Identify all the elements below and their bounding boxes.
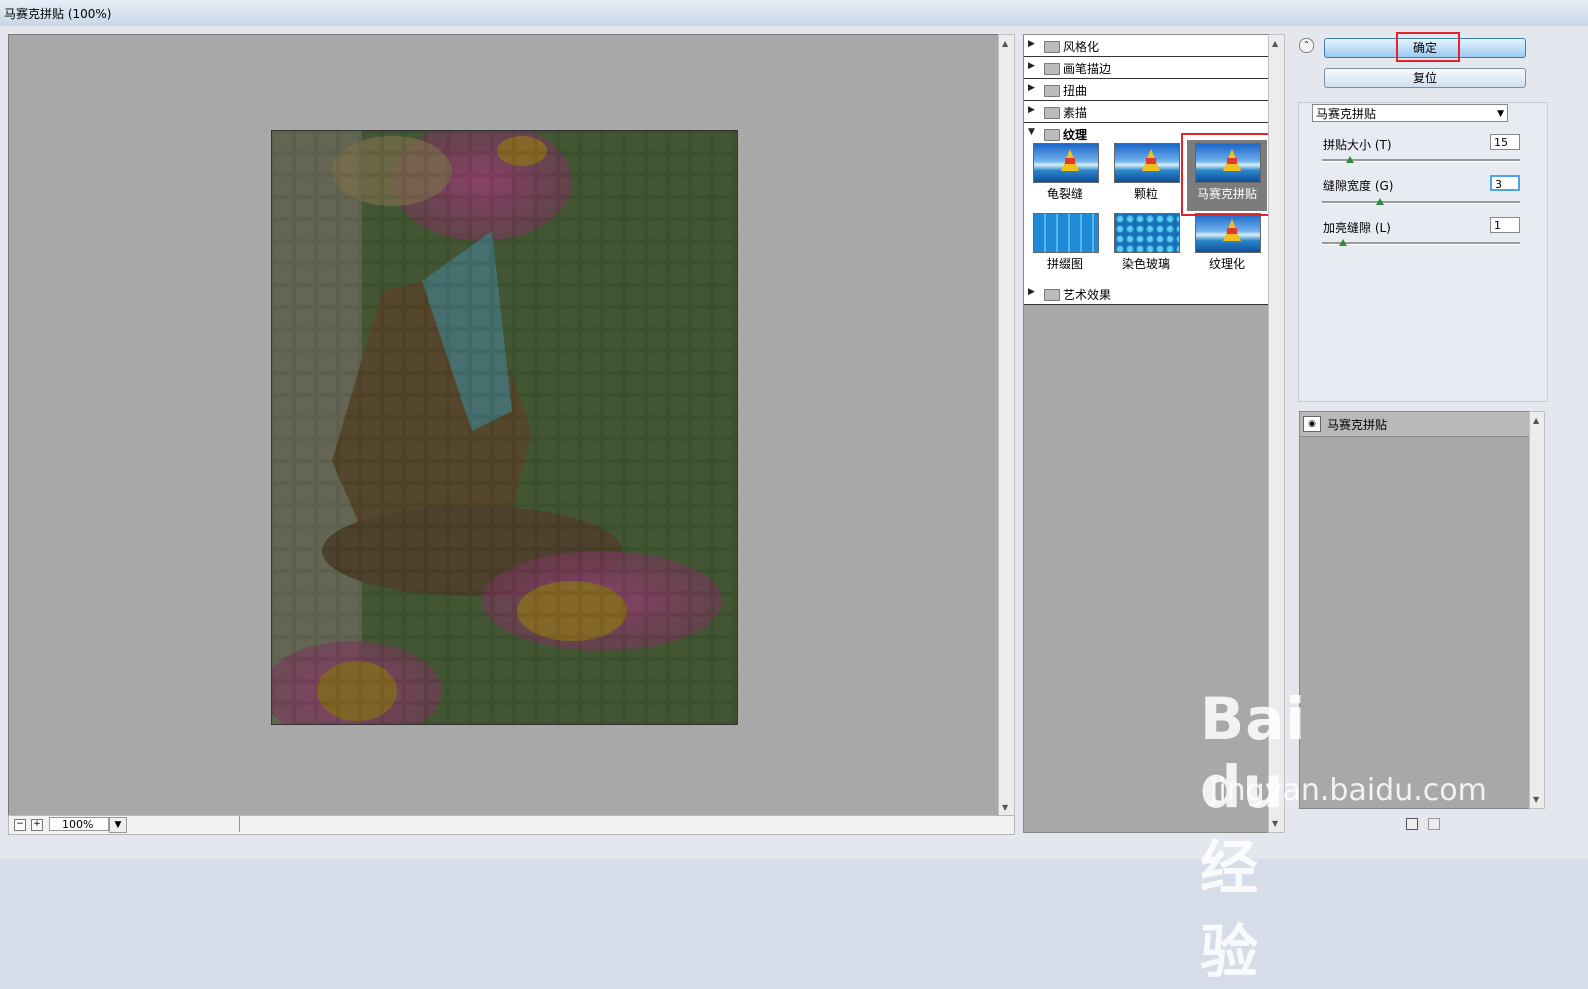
eye-visibility-icon[interactable]: ◉ [1303, 416, 1321, 432]
window-titlebar: 马赛克拼贴 (100%) [0, 0, 1588, 27]
reset-button[interactable]: 复位 [1324, 68, 1526, 88]
chevron-down-icon: ▼ [1497, 109, 1504, 119]
filter-label-craquelure[interactable]: 龟裂缝 [1025, 185, 1105, 202]
expand-arrow-icon[interactable]: ▶ [1028, 61, 1035, 71]
folder-open-icon [1044, 129, 1060, 141]
delete-effect-layer-icon[interactable] [1428, 818, 1440, 830]
filter-thumb-texturizer[interactable] [1195, 213, 1261, 253]
filter-thumb-grain[interactable] [1114, 143, 1180, 183]
scroll-down-icon[interactable]: ▼ [1002, 803, 1008, 812]
tile-size-slider-handle[interactable] [1346, 156, 1354, 163]
expand-arrow-icon[interactable]: ▶ [1028, 39, 1035, 49]
scroll-up-icon[interactable]: ▲ [1002, 39, 1008, 48]
annotation-highlight-box [1396, 32, 1460, 62]
scroll-up-icon[interactable]: ▲ [1272, 39, 1278, 48]
zoom-in-button[interactable]: + [31, 819, 43, 831]
folder-icon [1044, 63, 1060, 75]
lighten-grout-slider[interactable] [1322, 242, 1520, 245]
category-artistic[interactable]: ▶ 艺术效果 [1024, 283, 1269, 305]
preview-image [271, 130, 738, 725]
grout-width-input[interactable]: 3 [1490, 175, 1520, 191]
filter-label-patchwork[interactable]: 拼缀图 [1025, 255, 1105, 272]
lighten-grout-input[interactable]: 1 [1490, 217, 1520, 233]
folder-icon [1044, 85, 1060, 97]
zoom-level-field[interactable]: 100% [49, 817, 109, 831]
category-brush-strokes[interactable]: ▶ 画笔描边 [1024, 57, 1269, 79]
filter-label-stained-glass[interactable]: 染色玻璃 [1106, 255, 1186, 272]
grout-width-label: 缝隙宽度 (G) [1323, 179, 1394, 193]
filter-label-texturizer[interactable]: 纹理化 [1187, 255, 1267, 272]
lighten-grout-slider-handle[interactable] [1339, 239, 1347, 246]
folder-icon [1044, 107, 1060, 119]
effect-layers-panel: ◉ 马赛克拼贴 [1299, 411, 1531, 809]
grout-width-slider-handle[interactable] [1376, 198, 1384, 205]
expand-arrow-icon[interactable]: ▶ [1028, 287, 1035, 297]
filter-thumb-stained-glass[interactable] [1114, 213, 1180, 253]
filter-thumb-craquelure[interactable] [1033, 143, 1099, 183]
preview-horizontal-scrollbar[interactable] [239, 816, 1000, 832]
layers-scrollbar[interactable]: ▲ ▼ [1529, 411, 1545, 809]
tile-size-input[interactable]: 15 [1490, 134, 1520, 150]
scroll-down-icon[interactable]: ▼ [1533, 795, 1539, 804]
tile-size-label: 拼贴大小 (T) [1323, 138, 1392, 152]
scroll-up-icon[interactable]: ▲ [1533, 416, 1539, 425]
category-distort[interactable]: ▶ 扭曲 [1024, 79, 1269, 101]
lighten-grout-label: 加亮缝隙 (L) [1323, 221, 1391, 235]
filter-select-dropdown[interactable]: 马赛克拼贴 ▼ [1312, 104, 1508, 122]
expand-arrow-icon[interactable]: ▶ [1028, 83, 1035, 93]
filter-thumb-patchwork[interactable] [1033, 213, 1099, 253]
collapse-arrow-icon[interactable]: ▼ [1028, 127, 1035, 137]
zoom-out-button[interactable]: − [14, 819, 26, 831]
expand-arrow-icon[interactable]: ▶ [1028, 105, 1035, 115]
preview-status-bar: − + 100% ▼ [8, 815, 1015, 835]
zoom-dropdown-icon[interactable]: ▼ [109, 817, 127, 833]
folder-icon [1044, 41, 1060, 53]
grout-width-slider[interactable] [1322, 201, 1520, 204]
collapse-gallery-icon[interactable]: ⌃ [1299, 38, 1314, 53]
watermark-brand: Bai du 经验 [1200, 685, 1307, 986]
watermark-url: jingyan.baidu.com [1210, 773, 1487, 808]
category-stylize[interactable]: ▶ 风格化 [1024, 35, 1269, 57]
annotation-highlight-box [1181, 133, 1279, 216]
preview-area[interactable] [8, 34, 1000, 817]
filter-label-grain[interactable]: 颗粒 [1106, 185, 1186, 202]
category-sketch[interactable]: ▶ 素描 [1024, 101, 1269, 123]
new-effect-layer-icon[interactable] [1406, 818, 1418, 830]
effect-layer-row[interactable]: ◉ 马赛克拼贴 [1300, 412, 1530, 437]
window-title: 马赛克拼贴 (100%) [4, 7, 112, 21]
preview-vertical-scrollbar[interactable]: ▲ ▼ [998, 34, 1015, 817]
folder-icon [1044, 289, 1060, 301]
